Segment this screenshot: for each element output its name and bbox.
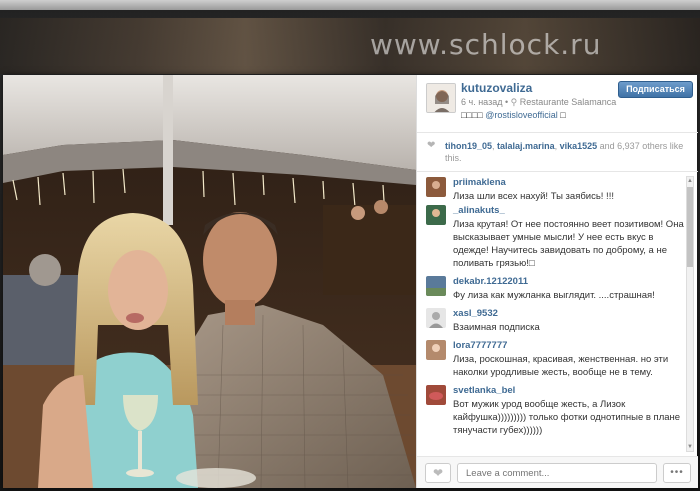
more-options-button[interactable]: ••• [663,463,691,483]
post-caption: □□□□ @rostisloveofficial □ [461,110,566,120]
author-avatar[interactable] [426,83,456,113]
heart-icon: ❤ [427,140,436,151]
commenter-username[interactable]: _alinakuts_ [453,205,505,216]
comment-input[interactable] [457,463,657,483]
post-sidebar: kutuzovaliza 6 ч. назад • ⚲ Restaurante … [416,75,698,488]
commenter-avatar[interactable] [426,177,446,197]
time-ago: 6 ч. назад [461,97,503,107]
liker-link[interactable]: vika1525 [560,141,598,151]
commenter-username[interactable]: svetlanka_bel [453,385,515,396]
scroll-down-arrow-icon[interactable]: ▼ [687,443,693,451]
comment-text: Лиза шли всех нахуй! Ты заябись! !!! [453,191,614,202]
author-username[interactable]: kutuzovaliza [461,81,532,95]
commenter-avatar[interactable] [426,385,446,405]
watermark: www.schlock.ru [370,28,602,61]
comment-text: Фу лиза как мужланка выглядит. ....страш… [453,290,655,301]
comment-text: Лиза, роскошная, красивая, женственная. … [453,354,669,378]
comments-list: priimaklena Лиза шли всех нахуй! Ты заяб… [417,173,687,453]
like-heart-button[interactable]: ❤ [425,463,451,483]
window-titlebar [0,0,700,10]
caption-mention[interactable]: @rostisloveofficial [485,110,558,120]
comments-scrollbar[interactable]: ▲ ▼ [686,176,694,452]
comment-text: Лиза крутая! От нее постоянно веет позит… [453,219,684,269]
post-meta: 6 ч. назад • ⚲ Restaurante Salamanca [461,97,617,107]
commenter-username[interactable]: lora7777777 [453,340,507,351]
likes-summary: ❤ tihon19_05, talalaj.marina, vika1525 a… [417,134,698,172]
commenter-avatar[interactable] [426,205,446,225]
follow-button[interactable]: Подписаться [618,81,693,98]
scroll-up-arrow-icon[interactable]: ▲ [687,177,693,185]
liker-link[interactable]: talalaj.marina [497,141,555,151]
commenter-username[interactable]: priimaklena [453,177,506,188]
post-header: kutuzovaliza 6 ч. назад • ⚲ Restaurante … [417,75,698,133]
commenter-avatar[interactable] [426,276,446,296]
comment-text: Вот мужик урод вообще жесть, а Лизок кай… [453,399,681,436]
commenter-avatar[interactable] [426,340,446,360]
commenter-avatar[interactable] [426,308,446,328]
location-pin-icon: ⚲ [510,97,518,107]
post-modal: kutuzovaliza 6 ч. назад • ⚲ Restaurante … [3,75,698,488]
commenter-username[interactable]: dekabr.12122011 [453,276,528,287]
commenter-username[interactable]: xasl_9532 [453,308,498,319]
liker-link[interactable]: tihon19_05 [445,141,492,151]
comment-text: Взаимная подписка [453,322,540,333]
comment-footer: ❤ ••• [417,456,698,488]
post-photo[interactable] [3,75,416,488]
location-link[interactable]: Restaurante Salamanca [520,97,617,107]
scrollbar-thumb[interactable] [687,187,693,267]
